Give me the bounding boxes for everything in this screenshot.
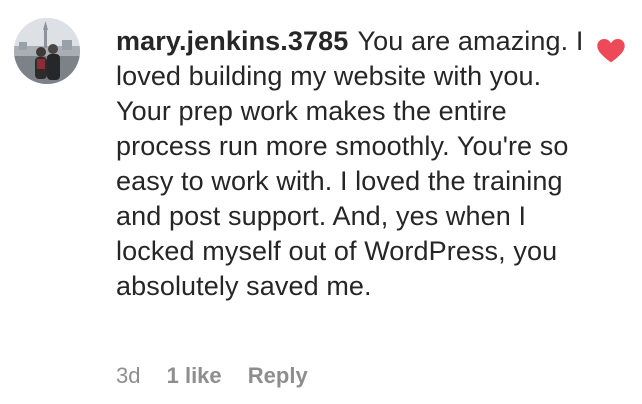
comment-body: mary.jenkins.3785 You are amazing. I lov… [116,24,586,304]
comment-likes-count[interactable]: 1 like [167,362,222,390]
comment-username[interactable]: mary.jenkins.3785 [116,26,348,56]
reply-button[interactable]: Reply [248,362,308,390]
avatar-photo [14,18,80,84]
comment-meta: 3d 1 like Reply [116,362,328,390]
heart-icon [597,39,625,63]
comment-text-block: mary.jenkins.3785 You are amazing. I lov… [116,24,586,304]
avatar[interactable] [14,18,80,84]
like-button[interactable] [597,39,625,63]
comment-time: 3d [116,363,141,388]
comment: mary.jenkins.3785 You are amazing. I lov… [0,0,642,404]
comment-text: You are amazing. I loved building my web… [116,26,584,301]
